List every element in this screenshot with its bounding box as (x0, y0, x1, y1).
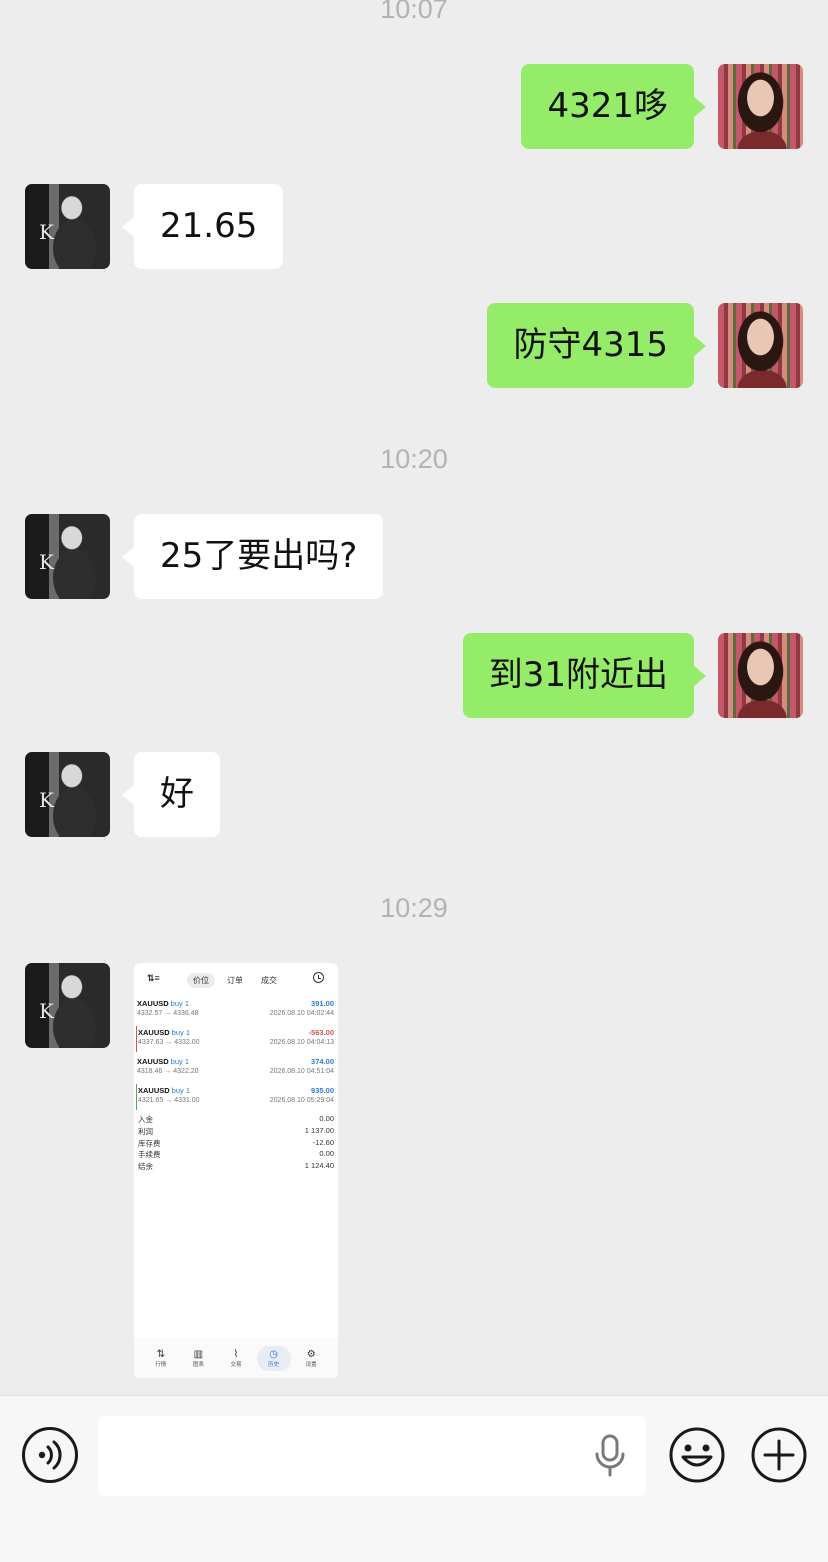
trade-side: buy 1 (171, 1086, 191, 1095)
summary-value: 0.00 (319, 1114, 334, 1123)
sort-icon: ⇅≡ (147, 973, 160, 983)
image-tab: 价位 (187, 973, 215, 988)
image-bottom-tab: ⚙ 设置 (294, 1346, 328, 1371)
contact-avatar[interactable]: K (25, 752, 110, 837)
trade-symbol: XAUUSD (137, 999, 169, 1008)
trade-profit: 391.00 (311, 999, 334, 1008)
image-message[interactable]: ⇅≡ 价位 订单 成交 XAUUSD buy 1 391.00 4332.57 →… (134, 963, 338, 1378)
trade-prices: 4332.57 → 4336.48 (137, 1010, 199, 1017)
trade-row: XAUUSD buy 1 -563.00 4337.63 → 4332.00 20… (136, 1026, 336, 1052)
trade-profit: 374.00 (311, 1057, 334, 1066)
trade-row: XAUUSD buy 1 935.00 4321.65 → 4331.00 202… (136, 1084, 336, 1110)
clock-icon (313, 972, 324, 983)
trade-side: buy 1 (170, 999, 190, 1008)
image-topbar: ⇅≡ 价位 订单 成交 (134, 969, 338, 991)
my-avatar[interactable] (718, 64, 803, 149)
message-input[interactable] (98, 1416, 646, 1496)
trade-time: 2026.08.10 04:04:13 (269, 1039, 334, 1046)
summary-label: 库存费 (138, 1138, 161, 1148)
chat-area[interactable]: 10:07 4321哆 K 21.65 防守4315 10:20 K 25了要出… (0, 0, 828, 1395)
my-avatar[interactable] (718, 633, 803, 718)
image-bottom-tab: ◷ 历史 (256, 1345, 291, 1371)
image-bottom-tabbar: ⇅ 行情 ▥ 图表 ⌇ 交易 ◷ 历史 ⚙ 设置 (134, 1338, 338, 1378)
trade-profit: 935.00 (311, 1086, 334, 1095)
summary-label: 结余 (138, 1162, 153, 1172)
summary-value: 1 137.00 (304, 1125, 334, 1135)
trade-symbol: XAUUSD (138, 1028, 170, 1037)
input-bar (0, 1395, 828, 1562)
summary-label: 利润 (138, 1126, 153, 1136)
account-summary: 入金 0.00 利润 1 137.00 库存费 -12.60 手续费 0.00 结余 1 … (138, 1114, 334, 1173)
mic-icon[interactable] (590, 1434, 630, 1478)
timestamp: 10:29 (380, 893, 448, 923)
image-bottom-tab: ▥ 图表 (181, 1346, 215, 1371)
timestamp: 10:07 (380, 0, 448, 24)
summary-label: 入金 (138, 1115, 153, 1124)
chart-icon: ▥ (193, 1348, 204, 1360)
image-tab: 成交 (261, 976, 277, 985)
trade-prices: 4321.65 → 4331.00 (138, 1097, 200, 1104)
contact-avatar[interactable]: K (25, 514, 110, 599)
message-bubble-received[interactable]: 好 (122, 752, 220, 837)
message-bubble-received[interactable]: 21.65 (121, 184, 284, 269)
plus-button[interactable] (750, 1426, 808, 1484)
trade-icon: ⌇ (233, 1348, 239, 1360)
trade-prices: 4318.46 → 4322.20 (137, 1068, 199, 1075)
history-icon: ◷ (269, 1348, 278, 1360)
trade-row: XAUUSD buy 1 374.00 4318.46 → 4322.20 202… (136, 1055, 336, 1081)
avatar-initial: K (39, 220, 54, 244)
my-avatar[interactable] (718, 303, 803, 388)
image-bottom-tab: ⌇ 交易 (219, 1346, 253, 1371)
trade-symbol: XAUUSD (138, 1086, 170, 1095)
avatar-initial: K (39, 788, 54, 812)
image-tab: 订单 (227, 976, 243, 985)
message-bubble-sent[interactable]: 到31附近出 (462, 633, 707, 718)
voice-icon (38, 1440, 62, 1470)
trade-profit: -563.00 (308, 1028, 334, 1037)
trade-row: XAUUSD buy 1 391.00 4332.57 → 4336.48 202… (136, 997, 336, 1023)
image-bottom-tab: ⇅ 行情 (144, 1346, 178, 1371)
trade-prices: 4337.63 → 4332.00 (138, 1039, 200, 1046)
quotes-icon: ⇅ (156, 1348, 165, 1360)
message-bubble-sent[interactable]: 4321哆 (521, 64, 706, 149)
avatar-initial: K (39, 550, 54, 574)
summary-value: 0.00 (319, 1149, 334, 1159)
trade-symbol: XAUUSD (137, 1057, 169, 1066)
trade-time: 2026.08.10 04:02:44 (269, 1010, 334, 1017)
voice-button[interactable] (22, 1427, 78, 1483)
timestamp: 10:20 (380, 444, 448, 474)
emoji-icon (669, 1427, 725, 1483)
trade-time: 2026.08.10 04:51:04 (269, 1068, 334, 1075)
avatar-initial: K (39, 999, 54, 1023)
emoji-button[interactable] (668, 1426, 726, 1484)
contact-avatar[interactable]: K (25, 184, 110, 269)
summary-value: -12.60 (312, 1137, 334, 1147)
message-bubble-sent[interactable]: 防守4315 (487, 303, 706, 388)
summary-value: 1 124.40 (304, 1161, 334, 1171)
trade-side: buy 1 (170, 1057, 190, 1066)
image-tabs: 价位 订单 成交 (187, 973, 283, 988)
trade-time: 2026.08.10 05:29:04 (269, 1097, 334, 1104)
plus-icon (751, 1427, 807, 1483)
summary-label: 手续费 (138, 1150, 161, 1160)
trade-side: buy 1 (171, 1028, 191, 1037)
contact-avatar[interactable]: K (25, 963, 110, 1048)
message-bubble-received[interactable]: 25了要出吗? (121, 514, 384, 599)
settings-icon: ⚙ (306, 1348, 316, 1360)
